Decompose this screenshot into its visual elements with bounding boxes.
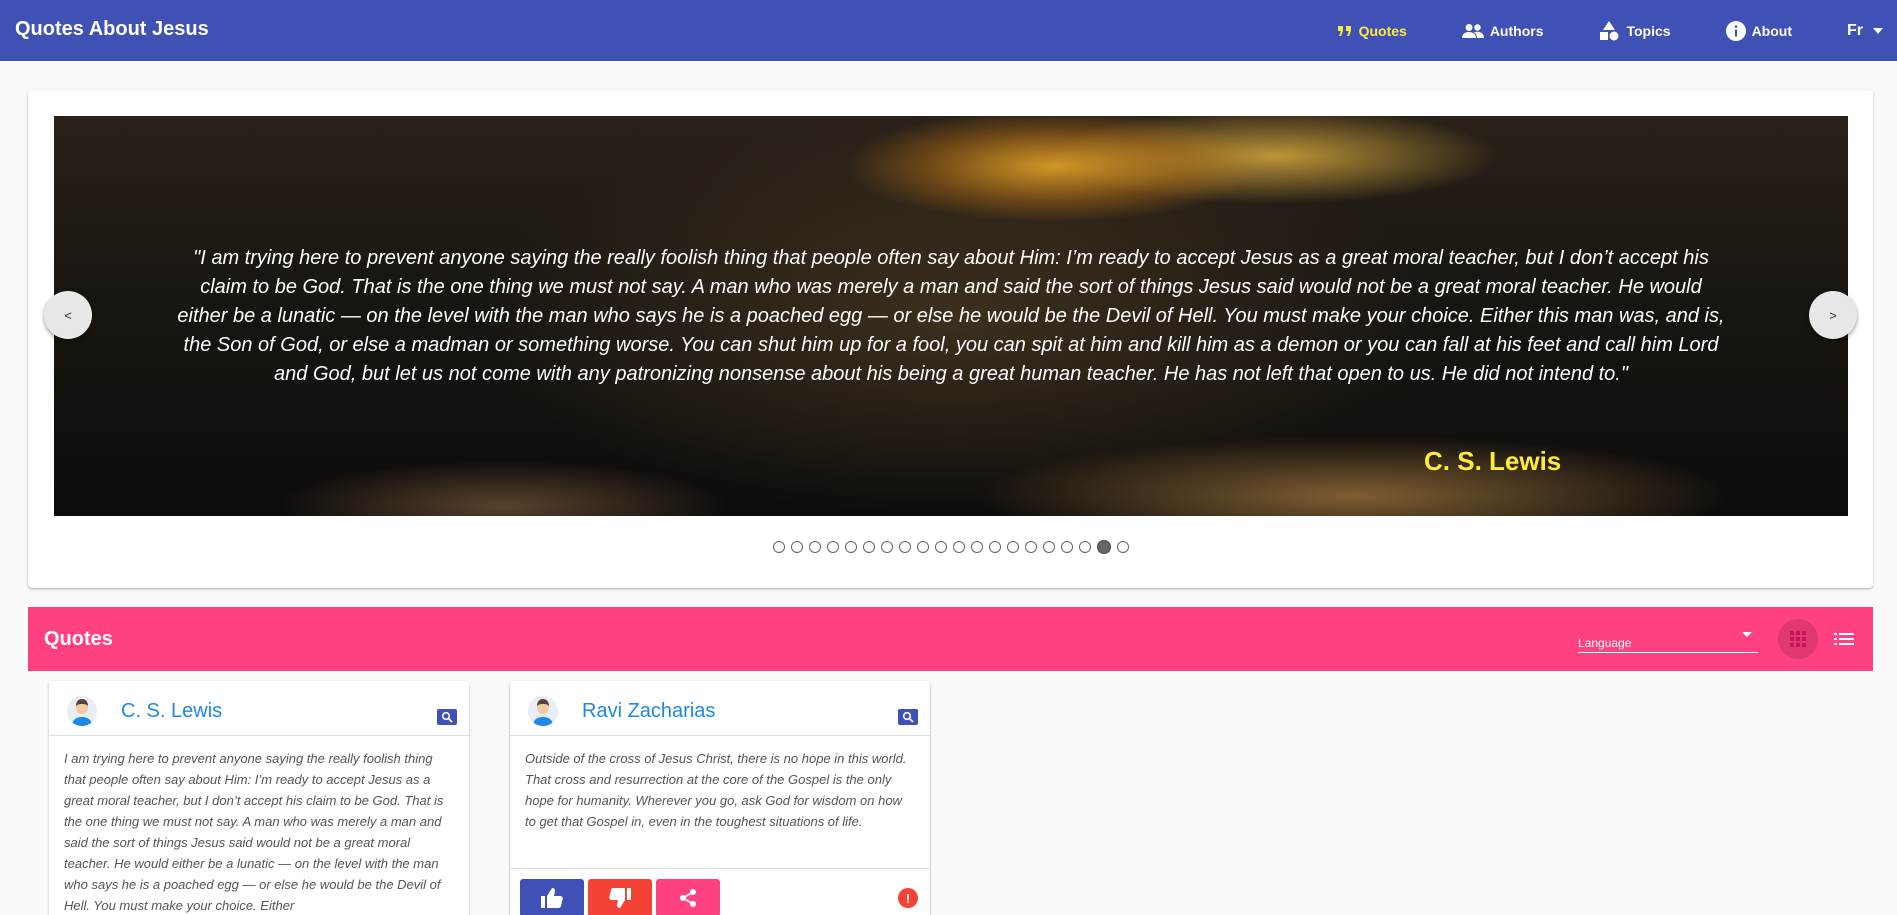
list-icon bbox=[1834, 633, 1854, 645]
nav-quotes[interactable]: Quotes bbox=[1337, 23, 1407, 39]
thumbs-down-icon bbox=[609, 888, 631, 908]
nav-about[interactable]: About bbox=[1725, 20, 1792, 41]
carousel-indicator-dot[interactable] bbox=[1078, 541, 1091, 553]
carousel-indicator-dot[interactable] bbox=[1006, 541, 1019, 553]
carousel-indicator-dot[interactable] bbox=[934, 541, 947, 553]
carousel-indicators bbox=[28, 540, 1873, 554]
grid-icon bbox=[1790, 631, 1806, 647]
carousel-indicator-dot[interactable] bbox=[970, 541, 983, 553]
people-icon bbox=[1461, 23, 1484, 38]
language-select-label: Language bbox=[1578, 636, 1632, 650]
nav-about-label: About bbox=[1751, 22, 1792, 39]
avatar bbox=[67, 696, 97, 726]
carousel-indicator-dot[interactable] bbox=[1024, 541, 1037, 553]
thumbs-up-icon bbox=[541, 888, 563, 908]
carousel-indicator-dot[interactable] bbox=[916, 541, 929, 553]
person-avatar-icon bbox=[533, 699, 553, 726]
main-nav: Quotes Authors Topics About Fr bbox=[1337, 0, 1897, 61]
quote-card-header: Ravi Zacharias bbox=[510, 681, 930, 736]
report-info-button[interactable]: ! bbox=[898, 888, 918, 908]
quote-actions: ! bbox=[510, 868, 930, 915]
nav-authors[interactable]: Authors bbox=[1461, 22, 1544, 39]
carousel-indicator-dot[interactable] bbox=[844, 541, 857, 553]
person-avatar-icon bbox=[72, 699, 92, 726]
like-button[interactable] bbox=[520, 879, 584, 915]
grid-view-button[interactable] bbox=[1778, 619, 1818, 659]
app-title[interactable]: Quotes About Jesus bbox=[15, 18, 209, 41]
carousel-next-button[interactable]: > bbox=[1809, 291, 1857, 339]
nav-authors-label: Authors bbox=[1489, 22, 1544, 39]
search-icon bbox=[441, 711, 453, 723]
search-icon bbox=[902, 711, 914, 723]
nav-topics-label: Topics bbox=[1626, 22, 1671, 39]
language-menu-label: Fr bbox=[1847, 21, 1863, 39]
quote-author-link[interactable]: C. S. Lewis bbox=[121, 700, 222, 723]
carousel-indicator-dot[interactable] bbox=[772, 541, 785, 553]
quote-text: I am trying here to prevent anyone sayin… bbox=[64, 751, 444, 913]
nav-topics[interactable]: Topics bbox=[1598, 20, 1671, 41]
carousel-indicator-dot[interactable] bbox=[1060, 541, 1073, 553]
carousel-indicator-dot[interactable] bbox=[808, 541, 821, 553]
shapes-icon bbox=[1600, 20, 1619, 40]
quote-carousel: "I am trying here to prevent anyone sayi… bbox=[28, 90, 1873, 588]
carousel-indicator-dot[interactable] bbox=[1116, 541, 1129, 553]
carousel-slide: "I am trying here to prevent anyone sayi… bbox=[54, 116, 1848, 516]
carousel-indicator-dot[interactable] bbox=[1042, 541, 1055, 553]
author-search-button[interactable] bbox=[898, 709, 918, 725]
quote-card: C. S. Lewis I am trying here to prevent … bbox=[49, 681, 469, 915]
quote-icon bbox=[1337, 25, 1351, 36]
language-select[interactable]: Language bbox=[1578, 626, 1758, 653]
slide-quote-text: "I am trying here to prevent anyone sayi… bbox=[177, 247, 1725, 385]
dislike-button[interactable] bbox=[588, 879, 652, 915]
quote-card-header: C. S. Lewis bbox=[49, 681, 469, 736]
exclamation-icon: ! bbox=[905, 890, 911, 906]
list-view-button[interactable] bbox=[1824, 619, 1864, 659]
section-title: Quotes bbox=[44, 628, 113, 650]
dropdown-arrow-icon bbox=[1742, 632, 1752, 637]
carousel-prev-button[interactable]: < bbox=[44, 291, 92, 339]
carousel-indicator-dot[interactable] bbox=[880, 541, 893, 553]
quote-author-link[interactable]: Ravi Zacharias bbox=[582, 700, 715, 723]
language-menu[interactable]: Fr bbox=[1847, 22, 1883, 40]
carousel-indicator-dot[interactable] bbox=[898, 541, 911, 553]
nav-quotes-label: Quotes bbox=[1358, 22, 1407, 39]
quote-card: Ravi Zacharias Outside of the cross of J… bbox=[510, 681, 930, 915]
share-icon bbox=[680, 889, 696, 907]
carousel-indicator-dot[interactable] bbox=[826, 541, 839, 553]
carousel-indicator-dot[interactable] bbox=[1096, 540, 1111, 554]
quote-text: Outside of the cross of Jesus Christ, th… bbox=[525, 751, 907, 829]
carousel-indicator-dot[interactable] bbox=[988, 541, 1001, 553]
carousel-indicator-dot[interactable] bbox=[790, 541, 803, 553]
slide-author: C. S. Lewis bbox=[1424, 446, 1562, 476]
top-app-bar: Quotes About Jesus Quotes Authors Topics… bbox=[0, 0, 1897, 61]
share-button[interactable] bbox=[656, 879, 720, 915]
info-icon bbox=[1725, 20, 1746, 41]
chevron-down-icon bbox=[1873, 27, 1883, 34]
carousel-indicator-dot[interactable] bbox=[862, 541, 875, 553]
carousel-indicator-dot[interactable] bbox=[952, 541, 965, 553]
avatar bbox=[528, 696, 558, 726]
author-search-button[interactable] bbox=[437, 709, 457, 725]
quotes-toolbar: Quotes Language bbox=[28, 607, 1873, 671]
